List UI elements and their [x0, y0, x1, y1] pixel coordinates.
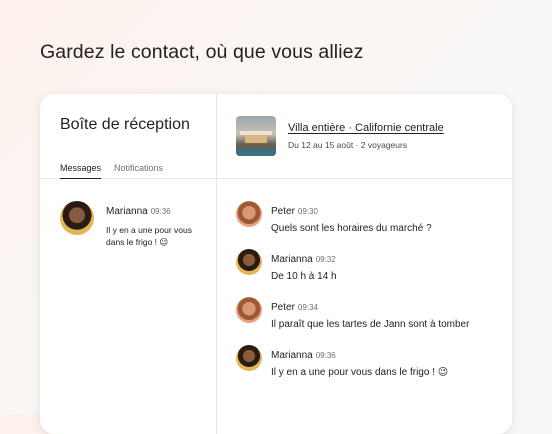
column-divider — [216, 94, 217, 434]
avatar — [236, 249, 262, 275]
avatar — [60, 201, 94, 235]
message-text: Il y en a une pour vous dans le frigo ! … — [271, 367, 449, 378]
message-sender: Peter — [271, 206, 295, 217]
message-sender: Marianna — [271, 350, 313, 361]
message-item: Marianna 09:32 De 10 h à 14 h — [236, 249, 337, 282]
headline: Gardez le contact, où que vous alliez — [40, 41, 364, 63]
thread-preview: Il y en a une pour vous dans le frigo ! … — [106, 225, 193, 248]
inbox-title: Boîte de réception — [60, 116, 190, 133]
inbox-tabs: Messages Notifications — [60, 163, 163, 179]
avatar — [236, 201, 262, 227]
listing-header[interactable]: Villa entière · Californie centrale Du 1… — [236, 116, 444, 156]
avatar — [236, 345, 262, 371]
thread-time: 09:36 — [150, 207, 171, 216]
message-item: Marianna 09:36 Il y en a une pour vous da… — [236, 345, 448, 378]
listing-thumbnail — [236, 116, 276, 156]
message-text: Quels sont les horaires du marché ? — [271, 223, 432, 234]
message-text: De 10 h à 14 h — [271, 271, 337, 282]
inbox-card: Boîte de réception Messages Notification… — [40, 94, 512, 434]
message-time: 09:32 — [315, 255, 336, 264]
message-sender: Peter — [271, 302, 295, 313]
listing-title-link[interactable]: Villa entière · Californie centrale — [288, 122, 444, 134]
tab-notifications[interactable]: Notifications — [114, 163, 163, 179]
message-text: Il paraît que les tartes de Jann sont à … — [271, 319, 470, 330]
thread-sender: Marianna — [106, 206, 148, 217]
thread-item-marianna[interactable]: Marianna 09:36 Il y en a une pour vous da… — [60, 201, 210, 249]
message-item: Peter 09:34 Il paraît que les tartes de J… — [236, 297, 469, 330]
listing-dates: Du 12 au 15 août · 2 voyageurs — [288, 140, 408, 150]
message-time: 09:30 — [297, 207, 318, 216]
message-time: 09:34 — [297, 303, 318, 312]
message-item: Peter 09:30 Quels sont les horaires du ma… — [236, 201, 432, 234]
avatar — [236, 297, 262, 323]
message-sender: Marianna — [271, 254, 313, 265]
tab-messages[interactable]: Messages — [60, 163, 102, 179]
message-time: 09:36 — [315, 351, 336, 360]
